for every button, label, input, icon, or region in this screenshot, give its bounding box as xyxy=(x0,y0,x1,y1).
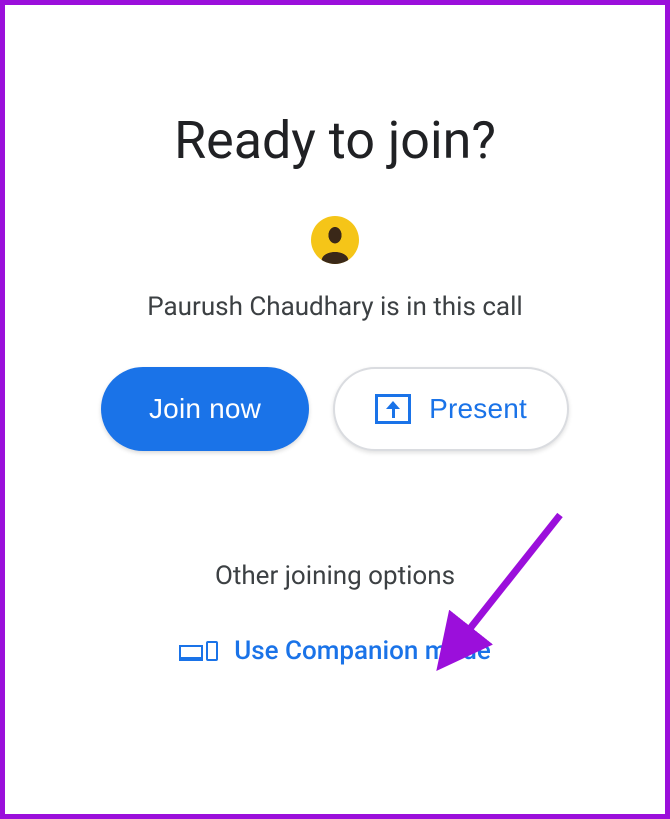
use-companion-mode-link[interactable]: Use Companion mode xyxy=(179,636,491,666)
companion-devices-icon xyxy=(179,641,218,661)
join-now-label: Join now xyxy=(149,393,261,425)
participant-avatar xyxy=(311,216,359,264)
companion-mode-label: Use Companion mode xyxy=(234,636,491,666)
other-options-heading: Other joining options xyxy=(215,561,455,591)
page-title: Ready to join? xyxy=(174,110,496,171)
present-label: Present xyxy=(429,393,527,425)
present-to-screen-icon xyxy=(375,394,411,424)
present-button[interactable]: Present xyxy=(333,367,569,451)
action-button-row: Join now Present xyxy=(101,367,569,451)
call-status-text: Paurush Chaudhary is in this call xyxy=(147,292,522,322)
join-now-button[interactable]: Join now xyxy=(101,367,309,451)
participant-name: Paurush Chaudhary xyxy=(147,292,373,322)
call-status-suffix: is in this call xyxy=(374,292,523,322)
